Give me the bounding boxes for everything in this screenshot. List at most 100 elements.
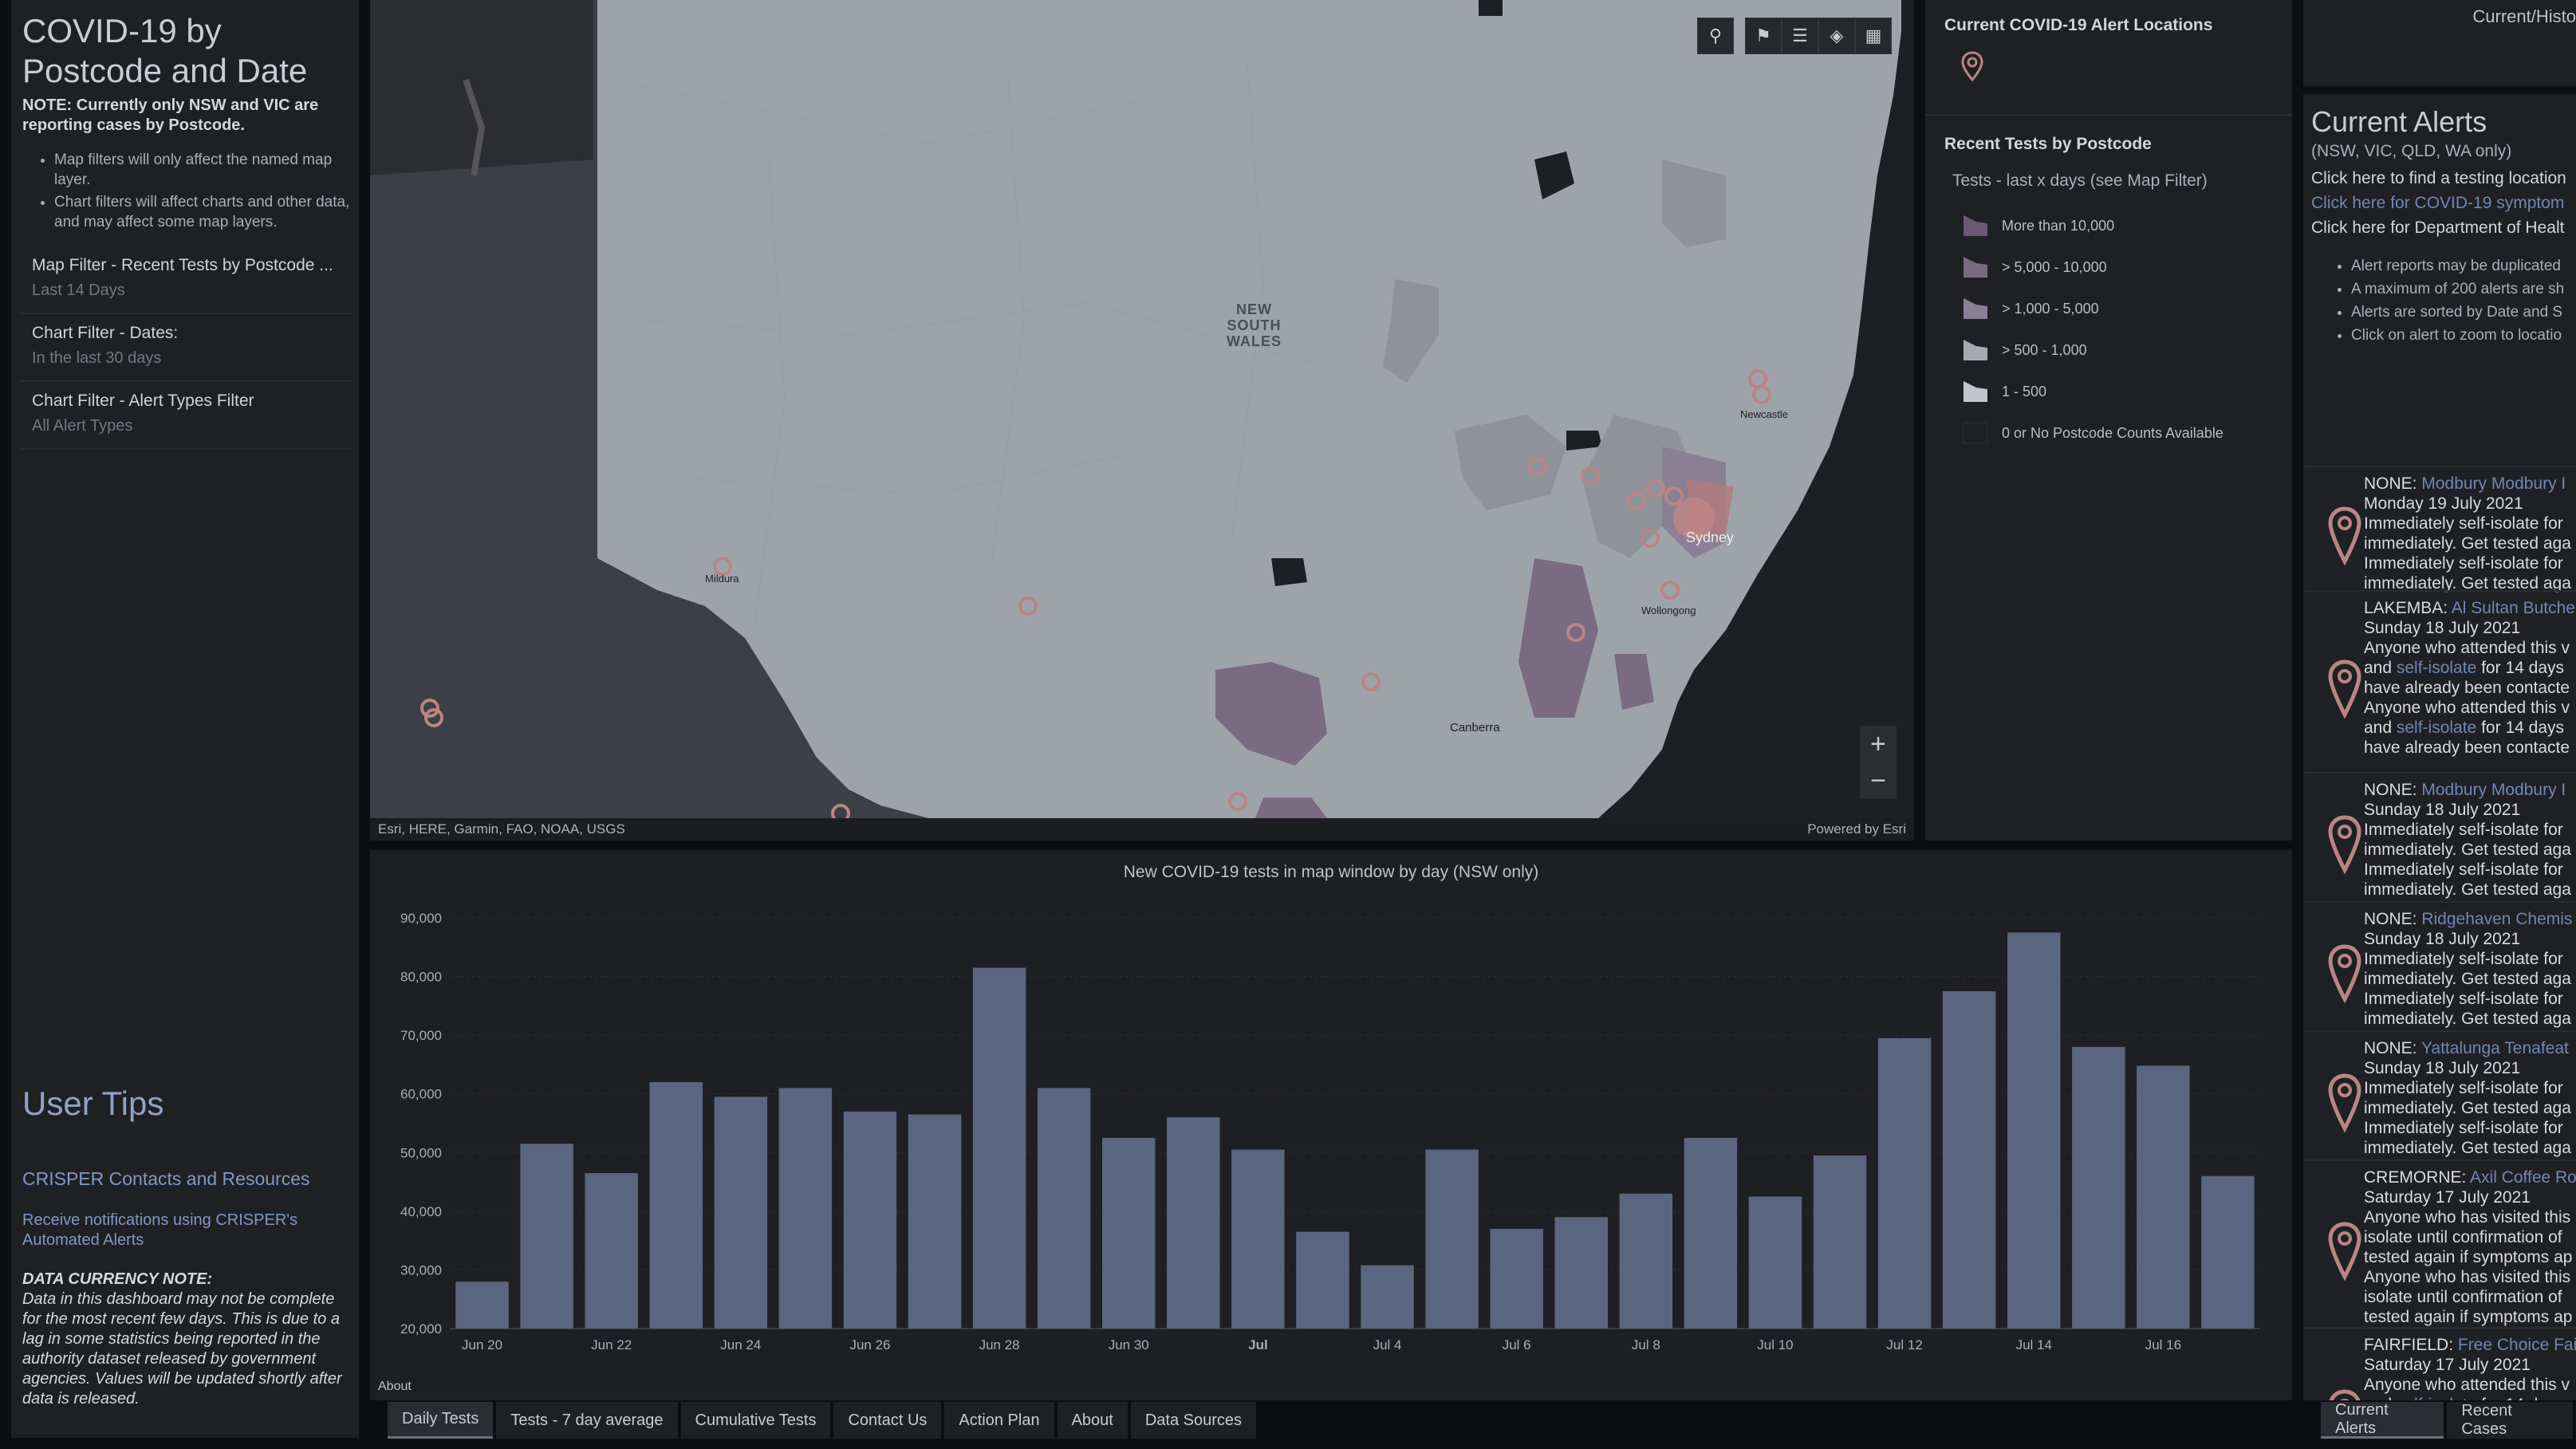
- tab-recent-cases[interactable]: Recent Cases: [2447, 1402, 2573, 1439]
- bar-jul-12[interactable]: [1877, 1038, 1932, 1329]
- crisper-contacts-link[interactable]: CRISPER Contacts and Resources: [22, 1168, 310, 1190]
- alert-venue-link[interactable]: Al Sultan Butche: [2452, 599, 2575, 617]
- alert-line: Immediately self-isolate for: [2364, 1119, 2563, 1137]
- chart-svg[interactable]: 20,000 30,000 40,000 50,000 60,000 70,000 80,0…: [370, 850, 2292, 1400]
- crisper-alerts-link[interactable]: Receive notifications using CRISPER's Au…: [22, 1211, 341, 1250]
- bar-jul[interactable]: [1167, 1117, 1220, 1329]
- bar-jul-9[interactable]: [1684, 1137, 1738, 1329]
- alert-note-item: Alert reports may be duplicated: [2351, 254, 2576, 278]
- map-filter-recent-tests[interactable]: Map Filter - Recent Tests by Postcode ..…: [19, 246, 351, 314]
- alert-location: NONE:: [2364, 781, 2422, 799]
- bar-jul-13[interactable]: [1942, 990, 1996, 1329]
- alert-venue-link[interactable]: Modbury Modbury I: [2421, 474, 2566, 493]
- bar-jun-24[interactable]: [714, 1097, 768, 1329]
- map-view[interactable]: NEW SOUTH WALES Newcastle Sydney Wollong…: [370, 0, 1914, 841]
- search-icon[interactable]: ⚲: [1697, 18, 1734, 54]
- map-tool-group: ⚑ ☰ ◈ ▦: [1745, 18, 1892, 54]
- alert-item[interactable]: NONE: Ridgehaven Chemis Sunday 18 July 20…: [2303, 901, 2576, 1030]
- x-tick-label: Jul 10: [1757, 1337, 1793, 1353]
- bar-jul-2[interactable]: [1231, 1149, 1285, 1329]
- bar-jul-17[interactable]: [2201, 1175, 2255, 1329]
- bar-jul-15[interactable]: [2072, 1046, 2125, 1329]
- legend-item: More than 10,000: [1960, 205, 2273, 246]
- alert-date: Sunday 18 July 2021: [2364, 1059, 2521, 1077]
- bar-jul-3[interactable]: [1296, 1231, 1349, 1329]
- bar-jun-20[interactable]: [455, 1282, 509, 1329]
- y-tick-label: 70,000: [400, 1028, 442, 1043]
- y-tick-label: 40,000: [400, 1204, 442, 1219]
- tab-about[interactable]: About: [1057, 1402, 1128, 1439]
- alert-item[interactable]: FAIRFIELD: Free Choice Fair Saturday 17 J…: [2303, 1327, 2576, 1400]
- alert-item[interactable]: LAKEMBA: Al Sultan Butche Sunday 18 July …: [2303, 590, 2576, 772]
- alert-item[interactable]: NONE: Modbury Modbury I Sunday 18 July 20…: [2303, 772, 2576, 901]
- bar-jun-30[interactable]: [1102, 1137, 1156, 1329]
- bar-jun-25[interactable]: [778, 1088, 833, 1329]
- tab-cumulative-tests[interactable]: Cumulative Tests: [680, 1402, 831, 1439]
- map-canvas[interactable]: [370, 0, 1914, 841]
- filter-note-item: Map filters will only affect the named m…: [54, 150, 351, 190]
- alert-item[interactable]: NONE: Modbury Modbury I Monday 19 July 20…: [2303, 466, 2576, 593]
- alert-pin-icon: [2329, 1389, 2361, 1400]
- basemap-gallery-icon[interactable]: ▦: [1855, 18, 1892, 54]
- filter-value: All Alert Types: [32, 417, 133, 435]
- bar-jul-4[interactable]: [1361, 1265, 1414, 1329]
- alert-line: Anyone who attended this v: [2364, 639, 2570, 657]
- chart-filter-alert-types[interactable]: Chart Filter - Alert Types Filter All Al…: [19, 382, 351, 450]
- current-historic-toggle[interactable]: Current/Histo: [2303, 0, 2576, 86]
- alert-line: and self-isolate for 14 days: [2364, 1396, 2564, 1400]
- symptom-link[interactable]: Click here for COVID-19 symptom: [2311, 191, 2576, 215]
- alert-note-item: Alerts are sorted by Date and S: [2351, 301, 2576, 324]
- y-tick-label: 30,000: [400, 1262, 442, 1278]
- testing-location-link[interactable]: Click here to find a testing location: [2311, 166, 2576, 191]
- tab-data-sources[interactable]: Data Sources: [1130, 1402, 1257, 1439]
- bar-jul-10[interactable]: [1748, 1196, 1802, 1329]
- alert-venue-link[interactable]: Yattalunga Tenafeat: [2421, 1039, 2569, 1057]
- tab-current-alerts[interactable]: Current Alerts: [2321, 1401, 2444, 1439]
- alert-line: Immediately self-isolate for: [2364, 950, 2563, 968]
- tab-daily-tests[interactable]: Daily Tests: [388, 1402, 494, 1439]
- y-tick-label: 90,000: [400, 911, 442, 926]
- bookmark-icon[interactable]: ⚑: [1745, 18, 1782, 54]
- tab-tests-7-day-average[interactable]: Tests - 7 day average: [496, 1402, 678, 1439]
- bar-jul-16[interactable]: [2137, 1065, 2190, 1329]
- alert-venue-link[interactable]: Ridgehaven Chemis: [2421, 910, 2572, 928]
- map-attribution: Esri, HERE, Garmin, FAO, NOAA, USGS Powe…: [370, 818, 1914, 841]
- alert-pin-icon: [2328, 660, 2361, 719]
- alert-location: FAIRFIELD:: [2364, 1336, 2458, 1354]
- bar-jul-5[interactable]: [1425, 1149, 1479, 1329]
- bar-jun-26[interactable]: [843, 1111, 897, 1329]
- bar-jun-28[interactable]: [972, 967, 1026, 1329]
- zoom-in-button[interactable]: +: [1860, 726, 1897, 762]
- bar-jul-8[interactable]: [1619, 1193, 1673, 1329]
- alert-line: tested again if symptoms ap: [2364, 1248, 2573, 1266]
- department-health-link[interactable]: Click here for Department of Healt: [2311, 215, 2576, 240]
- alert-item[interactable]: NONE: Yattalunga Tenafeat Sunday 18 July …: [2303, 1030, 2576, 1160]
- bar-jun-29[interactable]: [1037, 1088, 1091, 1329]
- chart-filter-dates[interactable]: Chart Filter - Dates: In the last 30 day…: [19, 314, 351, 382]
- alert-venue-link[interactable]: Modbury Modbury I: [2421, 781, 2566, 799]
- map-toolbar: ⚲ ⚑ ☰ ◈ ▦: [1686, 18, 1892, 54]
- tab-contact-us[interactable]: Contact Us: [833, 1402, 942, 1439]
- bar-jun-21[interactable]: [520, 1144, 573, 1329]
- bar-jun-22[interactable]: [585, 1173, 638, 1329]
- tab-action-plan[interactable]: Action Plan: [944, 1402, 1054, 1439]
- alert-venue-link[interactable]: Free Choice Fair: [2458, 1336, 2576, 1354]
- bar-jul-6[interactable]: [1490, 1228, 1543, 1329]
- filter-title: Chart Filter - Alert Types Filter: [32, 392, 254, 410]
- legend-list-icon[interactable]: ☰: [1782, 18, 1818, 54]
- alert-venue-link[interactable]: Axil Coffee Ro: [2470, 1168, 2576, 1187]
- alert-item[interactable]: CREMORNE: Axil Coffee Ro Saturday 17 July…: [2303, 1160, 2576, 1327]
- bar-jun-27[interactable]: [908, 1114, 962, 1329]
- alert-notes: Alert reports may be duplicated A maximu…: [2351, 254, 2576, 347]
- state-label-line: SOUTH: [1227, 317, 1282, 333]
- powered-by-esri[interactable]: Powered by Esri: [1807, 821, 1906, 837]
- bar-jul-7[interactable]: [1554, 1217, 1608, 1329]
- bar-jun-23[interactable]: [649, 1082, 703, 1329]
- chart-about-label[interactable]: About: [378, 1380, 412, 1394]
- bar-jul-11[interactable]: [1813, 1155, 1867, 1329]
- bar-jul-14[interactable]: [2007, 932, 2061, 1329]
- layers-icon[interactable]: ◈: [1818, 18, 1855, 54]
- legend-swatch: [1964, 381, 1987, 402]
- zoom-out-button[interactable]: −: [1860, 762, 1897, 799]
- x-tick-label: Jul 4: [1373, 1337, 1402, 1353]
